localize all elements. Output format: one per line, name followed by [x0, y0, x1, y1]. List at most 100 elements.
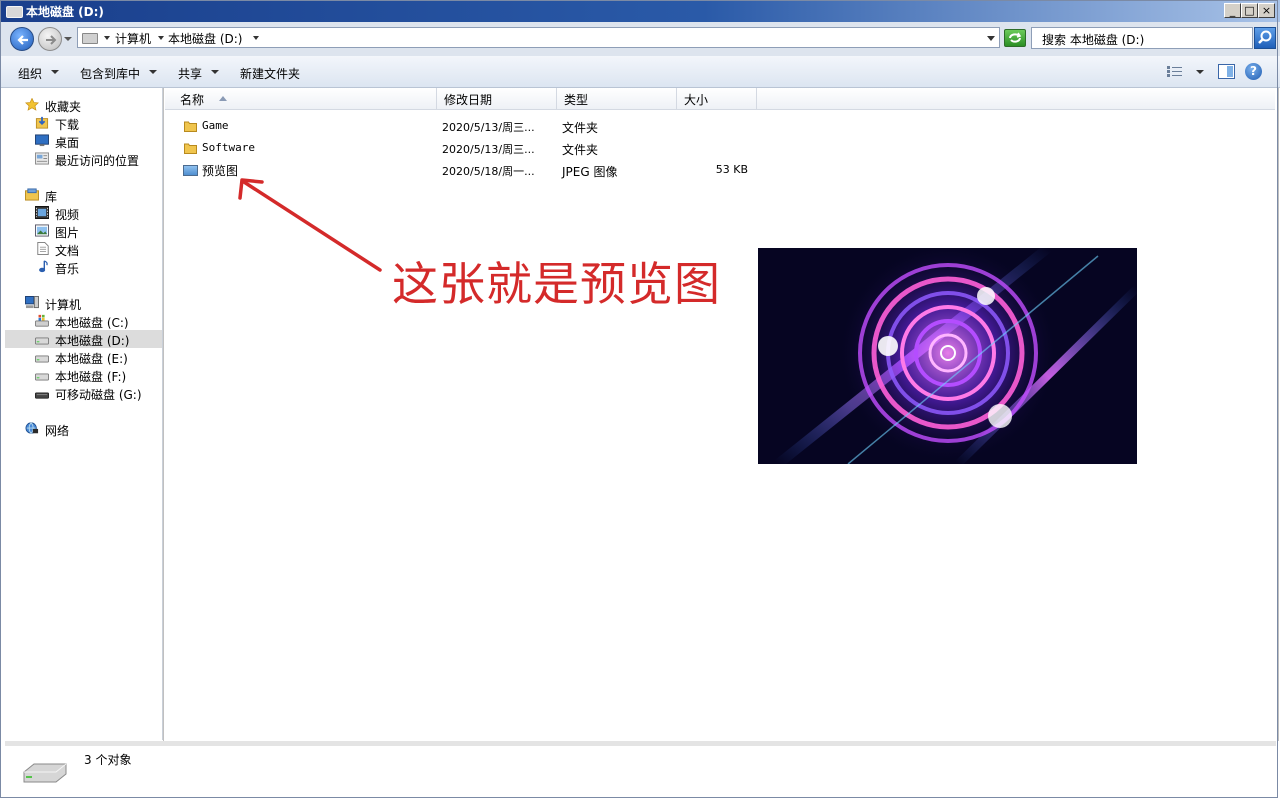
sidebar-item-label: 本地磁盘 (C:) — [55, 316, 129, 330]
chevron-down-icon[interactable] — [51, 70, 59, 74]
address-dropdown[interactable] — [987, 36, 995, 41]
sidebar-item-downloads[interactable]: 下载 — [5, 114, 162, 132]
sidebar-item-label: 音乐 — [55, 262, 80, 276]
network-icon — [25, 422, 39, 434]
close-button[interactable]: × — [1258, 3, 1275, 18]
sidebar-item-recent-places[interactable]: 最近访问的位置 — [5, 150, 162, 168]
file-type: 文件夹 — [562, 121, 599, 135]
search-icon — [1258, 30, 1272, 44]
desktop-icon — [35, 134, 49, 147]
title-bar: 本地磁盘 (D:) _ □ × — [0, 0, 1280, 22]
refresh-icon — [1009, 32, 1022, 43]
search-input[interactable]: 搜索 本地磁盘 (D:) — [1031, 27, 1253, 49]
search-placeholder: 搜索 本地磁盘 (D:) — [1042, 33, 1145, 47]
column-header-type[interactable]: 类型 — [557, 88, 677, 109]
folder-icon — [184, 121, 197, 132]
search-button[interactable] — [1254, 27, 1276, 49]
sidebar-group-label: 库 — [45, 190, 58, 204]
sidebar-group-label: 计算机 — [45, 298, 82, 312]
sidebar-item-drive-g[interactable]: 可移动磁盘 (G:) — [5, 384, 162, 402]
sidebar-group-favorites[interactable]: 收藏夹 — [5, 96, 162, 114]
navigation-pane: 收藏夹 下载 桌面 最近访问的位置 库 视频 图片 文档 音乐 计算机 本地磁盘… — [5, 88, 163, 740]
chevron-down-icon[interactable] — [158, 36, 164, 40]
drive-icon — [23, 763, 67, 783]
drive-icon — [35, 355, 49, 363]
file-row-software[interactable]: Software 2020/5/13/周三... 文件夹 — [176, 139, 776, 159]
document-icon — [37, 242, 49, 255]
refresh-button[interactable] — [1004, 29, 1026, 47]
address-bar[interactable]: 计算机 本地磁盘 (D:) — [77, 27, 1000, 48]
sidebar-item-label: 本地磁盘 (E:) — [55, 352, 128, 366]
file-size: 53 KB — [715, 163, 748, 176]
back-button[interactable] — [10, 27, 34, 51]
annotation-arrow — [238, 178, 382, 272]
file-name: Software — [202, 141, 255, 154]
breadcrumb-drive-d[interactable]: 本地磁盘 (D:) — [168, 30, 242, 47]
computer-icon — [25, 296, 39, 309]
sidebar-item-drive-c[interactable]: 本地磁盘 (C:) — [5, 312, 162, 330]
file-name: Game — [202, 119, 229, 132]
file-date: 2020/5/13/周三... — [442, 143, 535, 156]
chevron-down-icon[interactable] — [104, 36, 110, 40]
sidebar-item-label: 文档 — [55, 244, 80, 258]
recent-pages-dropdown[interactable] — [64, 37, 72, 41]
organize-button[interactable]: 组织 — [18, 65, 42, 82]
video-icon — [35, 206, 49, 219]
share-button[interactable]: 共享 — [178, 65, 202, 82]
arrow-right-icon — [46, 35, 57, 45]
sidebar-item-label: 下载 — [55, 118, 80, 132]
sidebar-group-network[interactable]: 网络 — [5, 420, 162, 438]
chevron-down-icon[interactable] — [149, 70, 157, 74]
sidebar-item-drive-f[interactable]: 本地磁盘 (F:) — [5, 366, 162, 384]
chevron-down-icon[interactable] — [1196, 70, 1204, 74]
sidebar-item-label: 视频 — [55, 208, 80, 222]
file-date: 2020/5/13/周三... — [442, 121, 535, 134]
forward-button[interactable] — [38, 27, 62, 51]
new-folder-button[interactable]: 新建文件夹 — [240, 65, 300, 82]
drive-icon — [35, 337, 49, 345]
sidebar-item-documents[interactable]: 文档 — [5, 240, 162, 258]
window-title: 本地磁盘 (D:) — [26, 5, 104, 19]
sidebar-item-pictures[interactable]: 图片 — [5, 222, 162, 240]
column-header-label: 大小 — [684, 93, 709, 107]
breadcrumb-computer[interactable]: 计算机 — [115, 30, 151, 47]
removable-drive-icon — [35, 392, 49, 399]
sidebar-group-computer[interactable]: 计算机 — [5, 294, 162, 312]
sort-ascending-icon — [219, 96, 227, 101]
sidebar-group-libraries[interactable]: 库 — [5, 186, 162, 204]
include-in-library-button[interactable]: 包含到库中 — [80, 65, 140, 82]
column-header-label: 修改日期 — [444, 93, 493, 107]
help-button[interactable]: ? — [1245, 63, 1262, 80]
sidebar-item-label: 可移动磁盘 (G:) — [55, 388, 142, 402]
sidebar-item-label: 图片 — [55, 226, 80, 240]
minimize-button[interactable]: _ — [1224, 3, 1241, 18]
maximize-button[interactable]: □ — [1241, 3, 1258, 18]
folder-icon — [184, 143, 197, 154]
sidebar-item-music[interactable]: 音乐 — [5, 258, 162, 276]
column-header-label: 名称 — [180, 93, 205, 107]
chevron-down-icon[interactable] — [211, 70, 219, 74]
file-type: 文件夹 — [562, 143, 599, 157]
pictures-icon — [35, 224, 49, 237]
preview-pane-icon[interactable] — [1218, 64, 1235, 79]
music-icon — [39, 260, 48, 273]
sidebar-item-desktop[interactable]: 桌面 — [5, 132, 162, 150]
sidebar-item-drive-e[interactable]: 本地磁盘 (E:) — [5, 348, 162, 366]
recent-places-icon — [35, 152, 49, 165]
sidebar-group-label: 网络 — [45, 424, 70, 438]
file-row-game[interactable]: Game 2020/5/13/周三... 文件夹 — [176, 117, 776, 137]
column-headers: 名称 修改日期 类型 大小 — [165, 88, 1275, 110]
sidebar-item-drive-d[interactable]: 本地磁盘 (D:) — [5, 330, 162, 348]
preview-artwork — [758, 248, 1137, 464]
download-folder-icon — [35, 116, 49, 129]
star-icon — [25, 98, 39, 111]
column-header-size[interactable]: 大小 — [677, 88, 757, 109]
chevron-down-icon[interactable] — [253, 36, 259, 40]
system-drive-icon — [35, 314, 49, 327]
column-header-name[interactable]: 名称 — [173, 88, 437, 109]
sidebar-item-videos[interactable]: 视频 — [5, 204, 162, 222]
view-options-icon[interactable] — [1166, 65, 1184, 78]
file-type: JPEG 图像 — [562, 165, 618, 179]
image-file-icon — [183, 165, 198, 176]
column-header-date-modified[interactable]: 修改日期 — [437, 88, 557, 109]
